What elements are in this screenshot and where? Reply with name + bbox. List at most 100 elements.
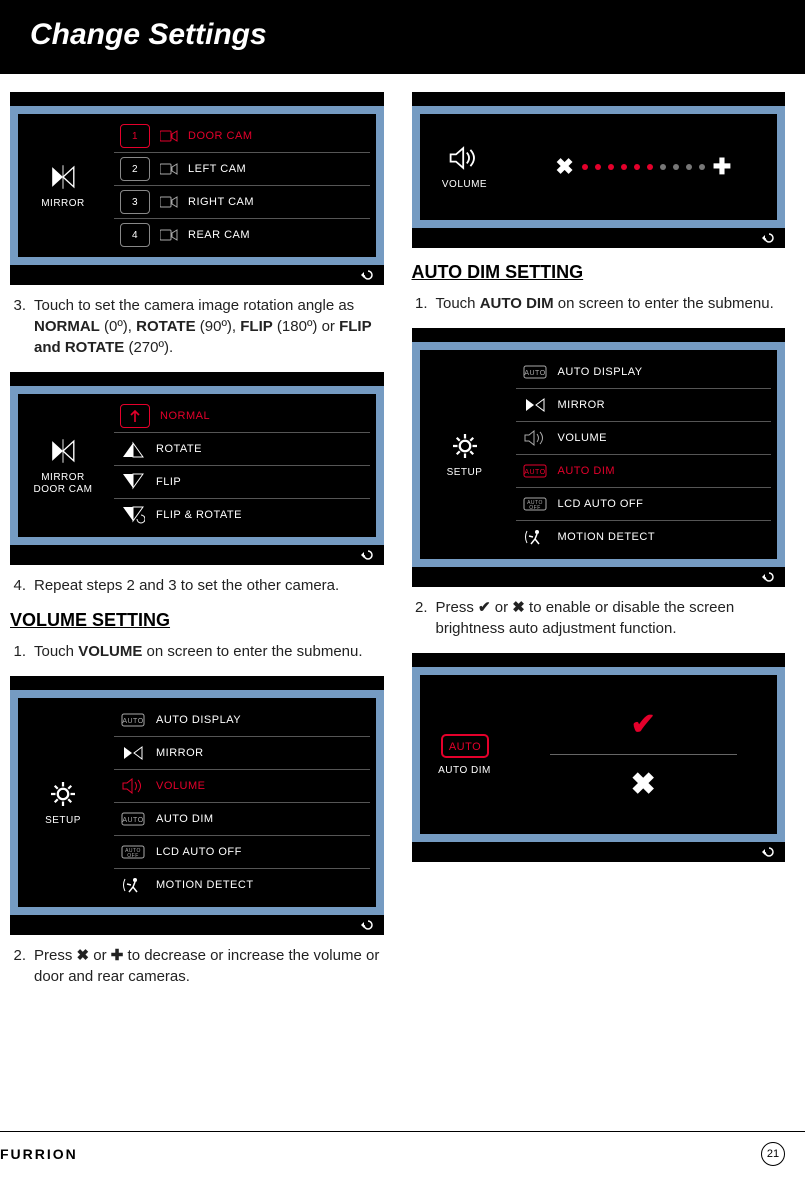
x-icon: ✖ xyxy=(512,599,525,616)
gear-icon xyxy=(45,779,81,809)
setup-row-mirror[interactable]: MIRROR xyxy=(516,389,772,422)
camera-icon xyxy=(160,129,178,143)
screenshot-mirror-cameras: MIRROR 1 DOOR CAM 2 LEFT CAM 3 xyxy=(10,92,384,285)
mirror-icon xyxy=(45,436,81,466)
page-footer: FURRION 21 xyxy=(0,1131,805,1166)
rotation-row-flip-rotate[interactable]: FLIP & ROTATE xyxy=(114,499,370,531)
autodim-disable-button[interactable]: ✖ xyxy=(540,755,748,814)
volume-dot xyxy=(647,164,653,170)
back-icon[interactable] xyxy=(761,230,777,246)
volume-step-2: 2. Press ✖ or ✚ to decrease or increase … xyxy=(10,945,384,987)
volume-decrease-button[interactable]: ✖ xyxy=(555,154,573,180)
auto-icon: AUTO xyxy=(522,360,548,384)
rotation-row-rotate[interactable]: ROTATE xyxy=(114,433,370,466)
motion-icon xyxy=(522,525,548,549)
volume-dot xyxy=(621,164,627,170)
speaker-icon xyxy=(447,143,483,173)
side-label: AUTO DIM xyxy=(438,765,491,777)
check-icon: ✔ xyxy=(478,599,491,616)
camera-row-left[interactable]: 2 LEFT CAM xyxy=(114,153,370,186)
volume-dot xyxy=(673,164,679,170)
page-title: Change Settings xyxy=(0,0,805,74)
volume-level-dots xyxy=(582,164,705,170)
side-label: SETUP xyxy=(45,815,81,827)
setup-row-auto-dim[interactable]: AUTO AUTO DIM xyxy=(516,455,772,488)
setup-row-lcd-auto-off[interactable]: AUTOOFF LCD AUTO OFF xyxy=(114,836,370,869)
rotation-row-normal[interactable]: NORMAL xyxy=(114,400,370,433)
camera-row-right[interactable]: 3 RIGHT CAM xyxy=(114,186,370,219)
autodim-step-1: 1. Touch AUTO DIM on screen to enter the… xyxy=(412,293,786,314)
camera-icon xyxy=(160,162,178,176)
setup-row-volume[interactable]: VOLUME xyxy=(516,422,772,455)
mirror-icon xyxy=(45,162,81,192)
svg-text:AUTO: AUTO xyxy=(448,741,480,753)
right-column: VOLUME ✖ ✚ AUTO DIM SETTING 1. Touch AUT… xyxy=(412,92,786,1001)
back-icon[interactable] xyxy=(761,844,777,860)
auto-icon: AUTO xyxy=(120,708,146,732)
volume-dot xyxy=(660,164,666,170)
screenshot-mirror-rotation: MIRROR DOOR CAM NORMAL ROTATE xyxy=(10,372,384,565)
screenshot-volume-adjust: VOLUME ✖ ✚ xyxy=(412,92,786,248)
side-label: MIRROR DOOR CAM xyxy=(34,472,93,496)
plus-icon: ✚ xyxy=(111,947,124,964)
volume-dot xyxy=(595,164,601,170)
svg-text:OFF: OFF xyxy=(529,505,541,511)
svg-text:AUTO: AUTO xyxy=(524,469,545,476)
auto-icon: AUTO xyxy=(120,807,146,831)
gear-icon xyxy=(447,431,483,461)
volume-dot xyxy=(686,164,692,170)
screenshot-autodim-toggle: AUTO AUTO DIM ✔ ✖ xyxy=(412,653,786,862)
setup-row-lcd-auto-off[interactable]: AUTOOFF LCD AUTO OFF xyxy=(516,488,772,521)
step-4: 4. Repeat steps 2 and 3 to set the other… xyxy=(10,575,384,596)
svg-text:AUTO: AUTO xyxy=(122,817,143,824)
x-icon: ✖ xyxy=(77,947,90,964)
svg-text:AUTO: AUTO xyxy=(524,370,545,377)
volume-heading: VOLUME SETTING xyxy=(10,610,384,631)
setup-row-mirror[interactable]: MIRROR xyxy=(114,737,370,770)
setup-row-auto-dim[interactable]: AUTO AUTO DIM xyxy=(114,803,370,836)
setup-row-motion-detect[interactable]: MOTION DETECT xyxy=(114,869,370,901)
mirror-icon xyxy=(522,393,548,417)
screenshot-setup-autodim: SETUP AUTO AUTO DISPLAY MIRROR VOLUME xyxy=(412,328,786,587)
autodim-heading: AUTO DIM SETTING xyxy=(412,262,786,283)
volume-step-1: 1. Touch VOLUME on screen to enter the s… xyxy=(10,641,384,662)
auto-icon: AUTO xyxy=(440,733,490,759)
camera-icon xyxy=(160,228,178,242)
speaker-icon xyxy=(120,774,146,798)
volume-increase-button[interactable]: ✚ xyxy=(713,154,731,180)
autodim-enable-button[interactable]: ✔ xyxy=(540,695,748,754)
rotation-row-flip[interactable]: FLIP xyxy=(114,466,370,499)
svg-text:AUTO: AUTO xyxy=(122,718,143,725)
auto-off-icon: AUTOOFF xyxy=(522,492,548,516)
setup-row-volume[interactable]: VOLUME xyxy=(114,770,370,803)
screenshot-setup-volume: SETUP AUTO AUTO DISPLAY MIRROR VOLUME xyxy=(10,676,384,935)
camera-icon xyxy=(160,195,178,209)
volume-dot xyxy=(699,164,705,170)
setup-row-auto-display[interactable]: AUTO AUTO DISPLAY xyxy=(516,356,772,389)
auto-icon: AUTO xyxy=(522,459,548,483)
motion-icon xyxy=(120,873,146,897)
camera-row-rear[interactable]: 4 REAR CAM xyxy=(114,219,370,251)
volume-dot xyxy=(634,164,640,170)
side-label: VOLUME xyxy=(442,179,487,191)
setup-row-auto-display[interactable]: AUTO AUTO DISPLAY xyxy=(114,704,370,737)
brand-logo: FURRION xyxy=(0,1146,78,1162)
camera-row-door[interactable]: 1 DOOR CAM xyxy=(114,120,370,153)
autodim-step-2: 2. Press ✔ or ✖ to enable or disable the… xyxy=(412,597,786,639)
volume-dot xyxy=(582,164,588,170)
svg-text:OFF: OFF xyxy=(127,853,139,859)
page-number: 21 xyxy=(761,1142,785,1166)
back-icon[interactable] xyxy=(360,917,376,933)
speaker-icon xyxy=(522,426,548,450)
side-label: SETUP xyxy=(447,467,483,479)
mirror-icon xyxy=(120,741,146,765)
side-label: MIRROR xyxy=(41,198,85,210)
back-icon[interactable] xyxy=(360,267,376,283)
back-icon[interactable] xyxy=(360,547,376,563)
left-column: MIRROR 1 DOOR CAM 2 LEFT CAM 3 xyxy=(10,92,384,1001)
step-3: 3. Touch to set the camera image rotatio… xyxy=(10,295,384,358)
setup-row-motion-detect[interactable]: MOTION DETECT xyxy=(516,521,772,553)
back-icon[interactable] xyxy=(761,569,777,585)
volume-dot xyxy=(608,164,614,170)
auto-off-icon: AUTOOFF xyxy=(120,840,146,864)
